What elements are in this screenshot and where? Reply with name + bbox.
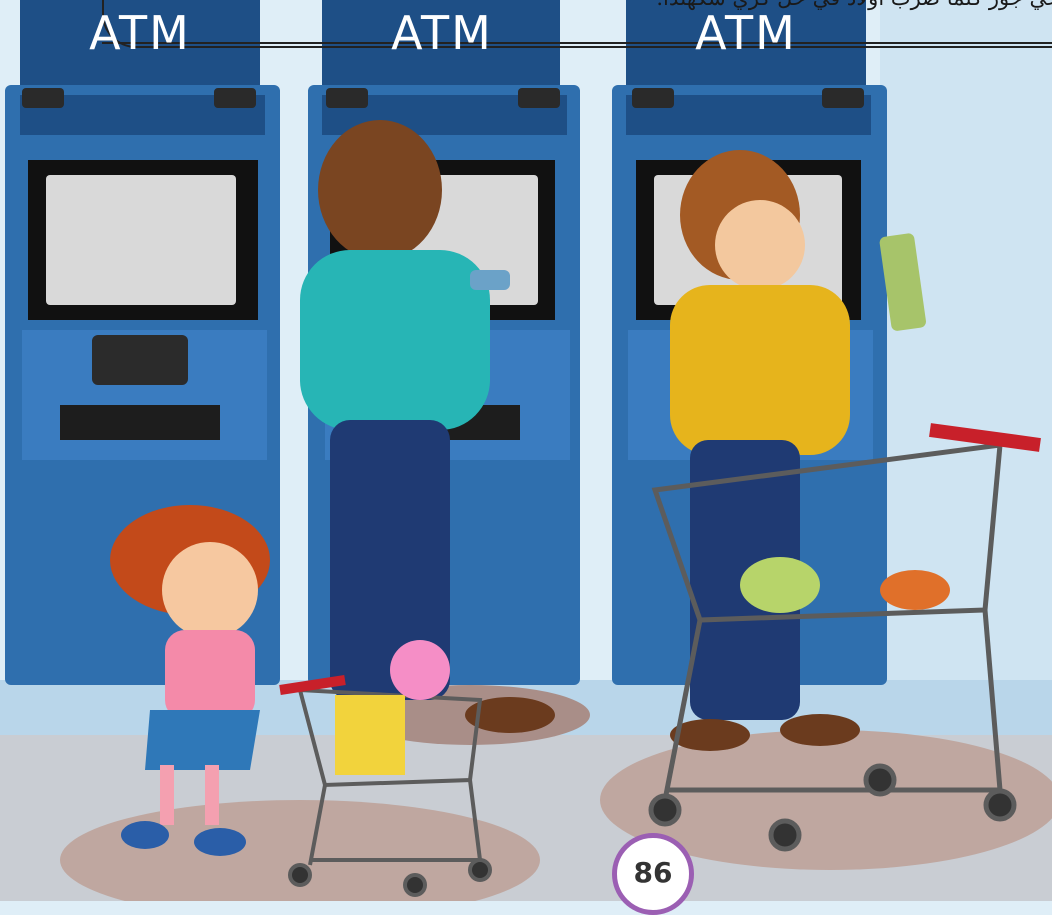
atm-sign-2: ATM bbox=[391, 6, 493, 60]
carrots bbox=[880, 570, 950, 610]
cereal-box bbox=[335, 695, 405, 775]
page-number-badge: 86 bbox=[612, 833, 694, 915]
caption-underline bbox=[102, 42, 1052, 44]
atm-scene-illustration bbox=[0, 0, 1052, 901]
atm-sign-1: ATM bbox=[89, 6, 191, 60]
teddy-bear bbox=[390, 640, 450, 700]
cabbage bbox=[740, 557, 820, 613]
atm-sign-3: ATM bbox=[695, 6, 797, 60]
